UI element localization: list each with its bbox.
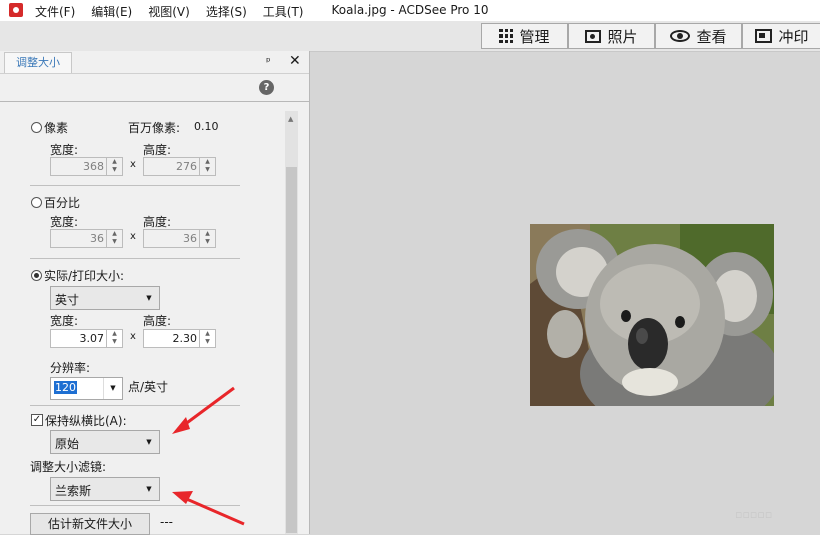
arrow-head-upper bbox=[172, 417, 190, 434]
arrow-line-upper bbox=[179, 386, 235, 430]
arrow-line-lower bbox=[181, 495, 245, 526]
annotation-arrows bbox=[172, 386, 245, 526]
